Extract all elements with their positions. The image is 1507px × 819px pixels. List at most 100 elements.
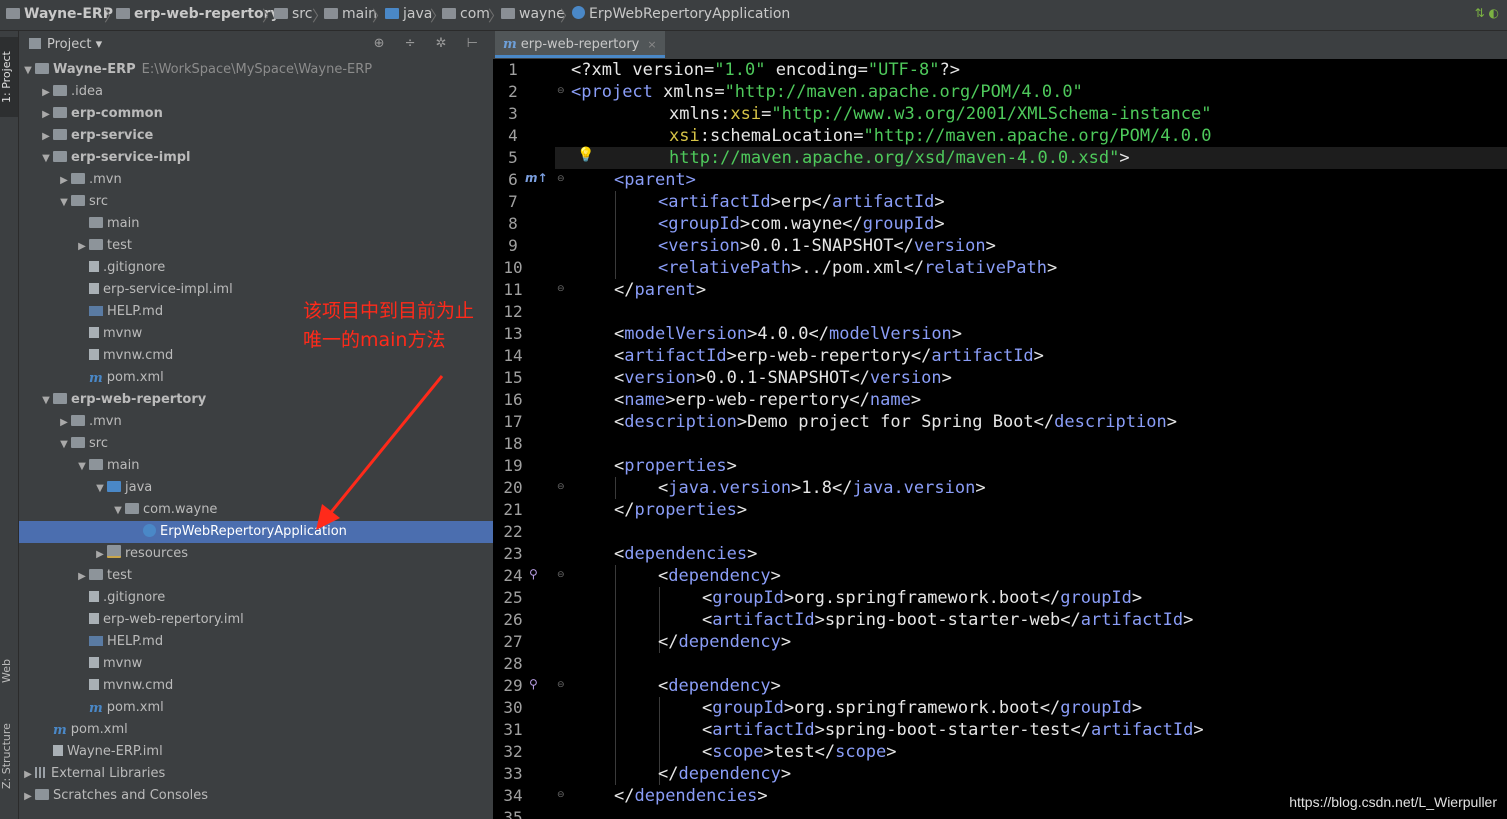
tree-node[interactable]: .gitignore	[19, 257, 548, 279]
fold-icon[interactable]: ⊖	[557, 790, 565, 800]
expanded-arrow-icon[interactable]: ▼	[57, 192, 71, 214]
tree-node[interactable]: ▶ .mvn	[19, 411, 530, 433]
line-number: 15	[503, 368, 523, 387]
tree-node[interactable]: m pom.xml	[19, 719, 512, 741]
tree-node[interactable]: ▼ erp-service-impl	[19, 147, 512, 169]
project-icon	[29, 38, 41, 49]
tree-node[interactable]: ▶ Scratches and Consoles	[19, 785, 494, 807]
line-number: 18	[503, 434, 523, 453]
watermark: https://blog.csdn.net/L_Wierpuller	[1289, 794, 1497, 810]
tree-node[interactable]: HELP.md	[19, 631, 548, 653]
folder-icon	[71, 195, 85, 206]
dependency-gutter-icon[interactable]: ⚲	[529, 677, 538, 691]
tree-node[interactable]: m pom.xml	[19, 697, 548, 719]
code-line: <artifactId>erp</artifactId>	[658, 192, 945, 212]
fold-icon[interactable]: ⊖	[557, 482, 565, 492]
expanded-arrow-icon[interactable]: ▼	[39, 390, 53, 412]
breadcrumb-project[interactable]: Wayne-ERP	[6, 6, 113, 22]
collapsed-arrow-icon[interactable]: ▶	[57, 170, 71, 192]
breadcrumb-main[interactable]: main	[324, 6, 377, 22]
tree-node[interactable]: m pom.xml	[19, 367, 548, 389]
fold-icon[interactable]: ⊖	[557, 570, 565, 580]
breadcrumb-src[interactable]: src	[274, 6, 312, 22]
run-config-icon[interactable]: ⇅ ◐	[1475, 6, 1499, 20]
iml-file-icon	[53, 745, 63, 756]
structure-tool-button[interactable]: Z: Structure	[0, 711, 18, 801]
line-number: 14	[503, 346, 523, 365]
collapsed-arrow-icon[interactable]: ▶	[75, 566, 89, 588]
project-tool-button[interactable]: 1: Project	[0, 37, 18, 117]
tree-node[interactable]: ▼ src	[19, 433, 530, 455]
collapsed-arrow-icon[interactable]: ▶	[21, 786, 35, 808]
tree-node[interactable]: ▶ test	[19, 235, 548, 257]
fold-icon[interactable]: ⊖	[557, 86, 565, 96]
package-icon	[442, 8, 456, 19]
breadcrumb-wayne[interactable]: wayne	[501, 6, 565, 22]
maven-parent-gutter-icon[interactable]: m↑	[525, 171, 548, 185]
expanded-arrow-icon[interactable]: ▼	[75, 456, 89, 478]
code-line: <groupId>com.wayne</groupId>	[658, 214, 945, 234]
breadcrumb-module[interactable]: erp-web-repertory	[116, 6, 280, 22]
breadcrumb-class[interactable]: ErpWebRepertoryApplication	[572, 6, 790, 22]
tree-node[interactable]: ▼ java	[19, 477, 566, 499]
web-tool-button[interactable]: Web	[0, 651, 18, 691]
code-line: xmlns:xsi="http://www.w3.org/2001/XMLSch…	[669, 104, 1212, 124]
collapsed-arrow-icon[interactable]: ▶	[39, 82, 53, 104]
project-view-selector[interactable]: Project ▾	[47, 37, 102, 52]
editor-tab[interactable]: m erp-web-repertory ×	[495, 31, 665, 58]
tree-node[interactable]: mvnw	[19, 653, 548, 675]
expanded-arrow-icon[interactable]: ▼	[39, 148, 53, 170]
expanded-arrow-icon[interactable]: ▼	[111, 500, 125, 522]
navigation-breadcrumb: Wayne-ERP 〉 erp-web-repertory 〉 src 〉 ma…	[0, 0, 1507, 31]
collapsed-arrow-icon[interactable]: ▶	[75, 236, 89, 258]
resources-folder-icon	[107, 545, 121, 558]
line-number: 19	[503, 456, 523, 475]
markdown-file-icon	[89, 306, 103, 316]
tree-node[interactable]: ▼ src	[19, 191, 530, 213]
module-folder-icon	[35, 63, 49, 74]
expanded-arrow-icon[interactable]: ▼	[21, 60, 35, 82]
markdown-file-icon	[89, 636, 103, 646]
breadcrumb-com[interactable]: com	[442, 6, 490, 22]
spring-class-icon	[572, 6, 585, 19]
package-icon	[501, 8, 515, 19]
collapsed-arrow-icon[interactable]: ▶	[39, 104, 53, 126]
tree-node[interactable]: mvnw.cmd	[19, 675, 548, 697]
close-icon[interactable]: ×	[647, 38, 656, 51]
tree-node[interactable]: ▶ test	[19, 565, 548, 587]
fold-icon[interactable]: ⊖	[557, 680, 565, 690]
tree-node[interactable]: ▶ erp-service	[19, 125, 512, 147]
indent-guide	[615, 191, 616, 279]
iml-file-icon	[89, 613, 99, 624]
tree-node[interactable]: ▶ External Libraries	[19, 763, 494, 785]
tree-node[interactable]: ▶ .mvn	[19, 169, 530, 191]
tree-node[interactable]: .gitignore	[19, 587, 548, 609]
expanded-arrow-icon[interactable]: ▼	[93, 478, 107, 500]
code-line: <name>erp-web-repertory</name>	[614, 390, 922, 410]
maven-file-icon: m	[503, 37, 517, 52]
code-editor[interactable]: 1 2 3 4 5 6 7 8 9 10 11 12 13 14 15 16 1…	[493, 59, 1507, 819]
collapsed-arrow-icon[interactable]: ▶	[93, 544, 107, 566]
tree-node[interactable]: ▶ erp-common	[19, 103, 512, 125]
fold-icon[interactable]: ⊖	[557, 174, 565, 184]
tree-node[interactable]: ▶ resources	[19, 543, 566, 565]
tree-node[interactable]: ▼ main	[19, 455, 548, 477]
collapsed-arrow-icon[interactable]: ▶	[21, 764, 35, 786]
tree-node[interactable]: main	[19, 213, 548, 235]
code-line: <description>Demo project for Spring Boo…	[614, 412, 1177, 432]
folder-icon	[71, 173, 85, 184]
line-number: 21	[503, 500, 523, 519]
expanded-arrow-icon[interactable]: ▼	[57, 434, 71, 456]
tree-node-root[interactable]: ▼ Wayne-ERP E:\WorkSpace\MySpace\Wayne-ERP	[19, 59, 494, 81]
tree-node[interactable]: ▶ .idea	[19, 81, 512, 103]
tree-node[interactable]: Wayne-ERP.iml	[19, 741, 512, 763]
collapsed-arrow-icon[interactable]: ▶	[57, 412, 71, 434]
fold-icon[interactable]: ⊖	[557, 284, 565, 294]
tree-node[interactable]: erp-web-repertory.iml	[19, 609, 548, 631]
lightbulb-icon[interactable]: 💡	[577, 147, 594, 163]
breadcrumb-java[interactable]: java	[385, 6, 432, 22]
code-line: </properties>	[614, 500, 748, 520]
collapsed-arrow-icon[interactable]: ▶	[39, 126, 53, 148]
dependency-gutter-icon[interactable]: ⚲	[529, 567, 538, 581]
project-panel-tools[interactable]: ⊕ ÷ ✲ ⊢	[374, 36, 486, 51]
